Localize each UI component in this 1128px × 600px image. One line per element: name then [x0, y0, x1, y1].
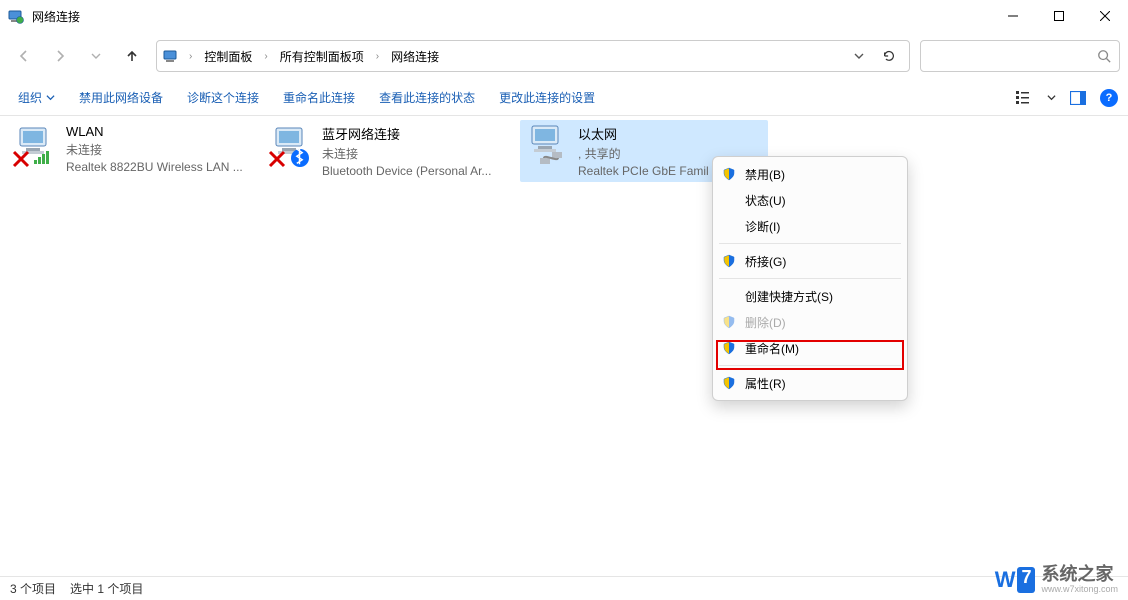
maximize-button[interactable]: [1036, 0, 1082, 32]
breadcrumb-network-connections[interactable]: 网络连接: [389, 44, 441, 69]
adapter-status: 未连接: [66, 141, 243, 158]
organize-button[interactable]: 组织: [10, 83, 63, 112]
chevron-right-icon: ›: [372, 51, 383, 62]
window-app-icon: [8, 8, 24, 24]
watermark-w: W: [995, 567, 1016, 593]
ctx-label: 诊断(I): [745, 218, 780, 235]
watermark-text: 系统之家: [1041, 565, 1118, 583]
ctx-disable[interactable]: 禁用(B): [713, 161, 907, 187]
ctx-label: 重命名(M): [745, 340, 799, 357]
control-panel-icon: [163, 48, 179, 64]
refresh-button[interactable]: [875, 42, 903, 70]
adapter-name: 以太网: [578, 124, 709, 143]
search-input[interactable]: [920, 40, 1120, 72]
nav-history-dropdown[interactable]: [80, 40, 112, 72]
ctx-delete: 删除(D): [713, 309, 907, 335]
shield-icon: [721, 375, 737, 391]
help-button[interactable]: ?: [1100, 89, 1118, 107]
ctx-label: 禁用(B): [745, 166, 785, 183]
shield-icon: [721, 340, 737, 356]
chevron-right-icon: ›: [260, 51, 271, 62]
watermark-7: 7: [1017, 567, 1035, 593]
adapter-name: WLAN: [66, 124, 243, 139]
ctx-rename[interactable]: 重命名(M): [713, 335, 907, 361]
bluetooth-adapter-icon: [268, 124, 316, 170]
ctx-label: 删除(D): [745, 314, 786, 331]
nav-up-button[interactable]: [116, 40, 148, 72]
shield-icon: [721, 166, 737, 182]
adapter-wlan[interactable]: WLAN 未连接 Realtek 8822BU Wireless LAN ...: [8, 120, 256, 182]
chevron-down-icon[interactable]: [1047, 93, 1056, 102]
adapter-device: Bluetooth Device (Personal Ar...: [322, 164, 491, 178]
chevron-right-icon: ›: [185, 51, 196, 62]
window-title: 网络连接: [32, 8, 80, 25]
nav-forward-button[interactable]: [44, 40, 76, 72]
ctx-properties[interactable]: 属性(R): [713, 370, 907, 396]
menu-separator: [719, 278, 901, 279]
chevron-down-icon: [46, 93, 55, 102]
adapter-status: , 共享的: [578, 145, 709, 162]
menu-separator: [719, 365, 901, 366]
diagnose-connection-button[interactable]: 诊断这个连接: [179, 83, 267, 112]
change-settings-button[interactable]: 更改此连接的设置: [491, 83, 603, 112]
ctx-status[interactable]: 状态(U): [713, 187, 907, 213]
adapter-status: 未连接: [322, 145, 491, 162]
ethernet-adapter-icon: [524, 124, 572, 170]
watermark: W 7 系统之家 www.w7xitong.com: [995, 565, 1118, 594]
view-status-button[interactable]: 查看此连接的状态: [371, 83, 483, 112]
status-selected-count: 选中 1 个项目: [70, 580, 143, 597]
view-options-button[interactable]: [1013, 86, 1037, 110]
ctx-bridge[interactable]: 桥接(G): [713, 248, 907, 274]
shield-icon: [721, 253, 737, 269]
adapter-name: 蓝牙网络连接: [322, 124, 491, 143]
wlan-adapter-icon: [12, 124, 60, 170]
organize-label: 组织: [18, 89, 42, 106]
status-item-count: 3 个项目: [10, 580, 56, 597]
ctx-label: 状态(U): [745, 192, 786, 209]
context-menu: 禁用(B) 状态(U) 诊断(I) 桥接(G) 创建快捷方式(S) 删除(D) …: [712, 156, 908, 401]
disable-device-button[interactable]: 禁用此网络设备: [71, 83, 171, 112]
adapter-device: Realtek 8822BU Wireless LAN ...: [66, 160, 243, 174]
address-bar[interactable]: › 控制面板 › 所有控制面板项 › 网络连接: [156, 40, 910, 72]
breadcrumb-control-panel[interactable]: 控制面板: [202, 44, 254, 69]
watermark-url: www.w7xitong.com: [1041, 585, 1118, 594]
minimize-button[interactable]: [990, 0, 1036, 32]
search-icon: [1097, 49, 1111, 63]
adapter-device: Realtek PCIe GbE Famil: [578, 164, 709, 178]
ctx-label: 属性(R): [745, 375, 786, 392]
breadcrumb-all-items[interactable]: 所有控制面板项: [278, 44, 366, 69]
preview-pane-button[interactable]: [1066, 86, 1090, 110]
close-button[interactable]: [1082, 0, 1128, 32]
shield-icon: [721, 314, 737, 330]
adapter-bluetooth[interactable]: 蓝牙网络连接 未连接 Bluetooth Device (Personal Ar…: [264, 120, 512, 182]
address-dropdown-button[interactable]: [845, 42, 873, 70]
menu-separator: [719, 243, 901, 244]
nav-back-button[interactable]: [8, 40, 40, 72]
ctx-label: 创建快捷方式(S): [745, 288, 833, 305]
ctx-label: 桥接(G): [745, 253, 786, 270]
ctx-create-shortcut[interactable]: 创建快捷方式(S): [713, 283, 907, 309]
rename-connection-button[interactable]: 重命名此连接: [275, 83, 363, 112]
ctx-diagnose[interactable]: 诊断(I): [713, 213, 907, 239]
